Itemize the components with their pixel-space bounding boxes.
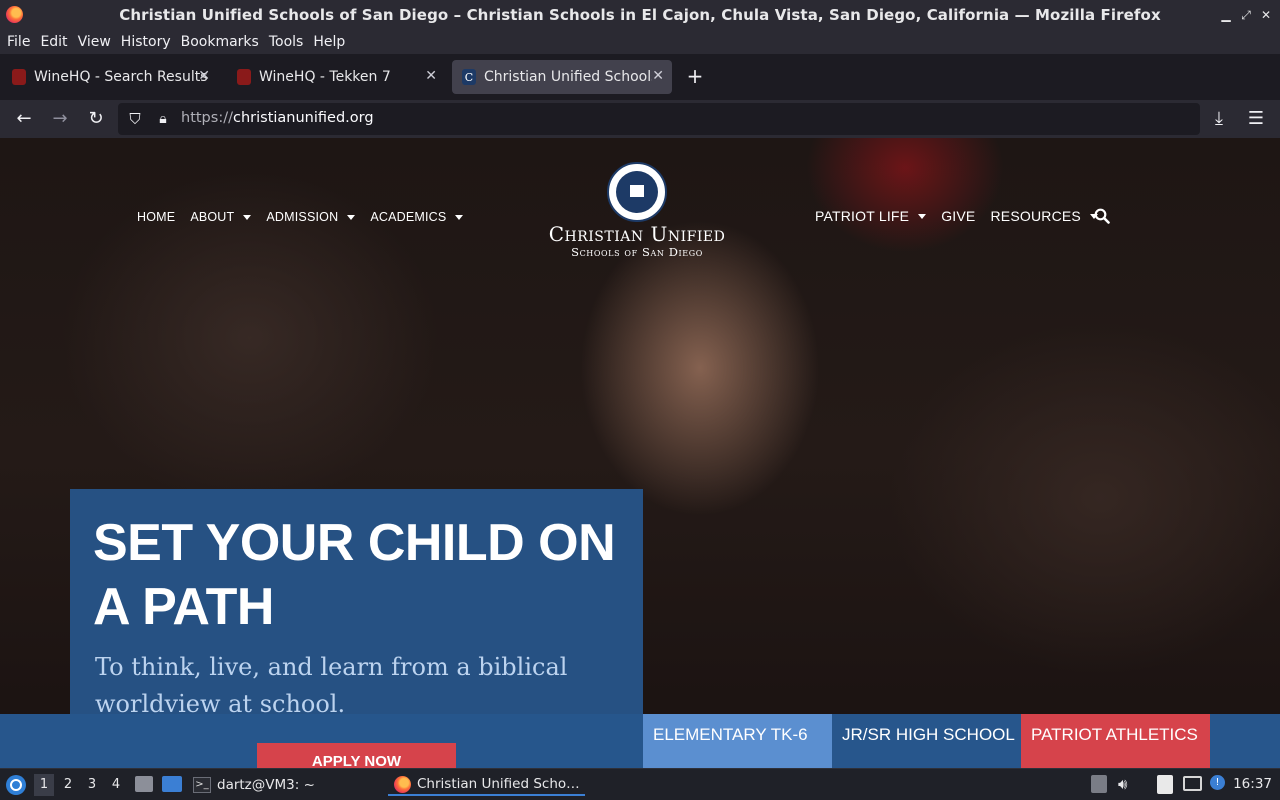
- hero-heading: SET YOUR CHILD ON A PATH: [93, 514, 616, 636]
- logo-subtitle[interactable]: Schools of San Diego: [520, 245, 754, 259]
- school-seal-logo[interactable]: [607, 162, 667, 222]
- caret-down-icon: [455, 214, 464, 220]
- tab-label: Christian Unified Schools: [484, 69, 652, 85]
- close-tab-icon[interactable]: ✕: [652, 68, 664, 84]
- hero-text: To think, live, and learn from a biblica…: [95, 653, 568, 718]
- jr-sr-high-link[interactable]: JR/SR HIGH SCHOOL: [832, 714, 1021, 768]
- nav-about-label: ABOUT: [190, 210, 235, 224]
- tab-winehq-search[interactable]: WineHQ - Search Results ✕: [2, 60, 218, 94]
- updates-icon[interactable]: !: [1210, 775, 1225, 790]
- taskbar-firefox[interactable]: Christian Unified Scho…: [388, 774, 585, 796]
- workspace-4[interactable]: 4: [106, 777, 126, 792]
- wine-favicon-icon: [237, 69, 251, 85]
- workspace-3[interactable]: 3: [82, 777, 102, 792]
- tab-winehq-tekken[interactable]: WineHQ - Tekken 7 ✕: [227, 60, 445, 94]
- nav-about[interactable]: ABOUT: [190, 210, 252, 224]
- reload-icon[interactable]: ↻: [85, 108, 107, 130]
- close-tab-icon[interactable]: ✕: [198, 68, 210, 84]
- nav-resources-label: RESOURCES: [990, 208, 1081, 224]
- menu-file[interactable]: File: [2, 31, 35, 53]
- tracking-shield-icon[interactable]: ⛉: [124, 108, 146, 130]
- window-title: Christian Unified Schools of San Diego –…: [119, 6, 1161, 24]
- nav-home-label: HOME: [137, 210, 176, 224]
- show-desktop-icon[interactable]: [162, 776, 182, 792]
- nav-patriot-life-label: PATRIOT LIFE: [815, 208, 910, 224]
- firefox-icon: [394, 775, 411, 793]
- tray-arrow-icon[interactable]: [1091, 775, 1107, 793]
- tab-label: WineHQ - Tekken 7: [259, 69, 391, 85]
- clipboard-icon[interactable]: [1157, 775, 1173, 794]
- lock-icon[interactable]: 🔒︎: [152, 108, 174, 130]
- new-tab-icon[interactable]: +: [684, 64, 706, 88]
- taskbar: 1 2 3 4 >_ dartz@VM3: ~ Christian Unifie…: [0, 768, 1280, 800]
- minimize-icon[interactable]: ▁: [1218, 7, 1234, 23]
- workspace-2[interactable]: 2: [58, 777, 78, 792]
- nav-admission-label: ADMISSION: [266, 210, 339, 224]
- terminal-task-label: dartz@VM3: ~: [217, 777, 315, 793]
- caret-down-icon: [347, 214, 356, 220]
- site-nav-left: HOME ABOUT ADMISSION ACADEMICS: [137, 210, 478, 224]
- caret-down-icon: [243, 214, 252, 220]
- menu-bookmarks[interactable]: Bookmarks: [176, 31, 264, 53]
- clock[interactable]: 16:37: [1233, 776, 1272, 792]
- file-manager-icon[interactable]: [135, 776, 153, 792]
- nav-academics-label: ACADEMICS: [370, 210, 447, 224]
- close-tab-icon[interactable]: ✕: [425, 68, 437, 84]
- nav-home[interactable]: HOME: [137, 210, 175, 224]
- tab-bar: WineHQ - Search Results ✕ WineHQ - Tekke…: [0, 54, 1280, 100]
- nav-academics[interactable]: ACADEMICS: [370, 210, 464, 224]
- close-window-icon[interactable]: ✕: [1258, 7, 1274, 23]
- terminal-icon: >_: [193, 777, 211, 793]
- window-titlebar: Christian Unified Schools of San Diego –…: [0, 0, 1280, 30]
- forward-icon[interactable]: →: [49, 108, 71, 130]
- web-page: HOME ABOUT ADMISSION ACADEMICS Christian…: [0, 138, 1280, 768]
- url-text[interactable]: https://christianunified.org: [181, 110, 374, 126]
- volume-icon[interactable]: 🔊︎: [1118, 775, 1127, 793]
- app-menu-icon[interactable]: ☰: [1245, 108, 1267, 130]
- workspace-1[interactable]: 1: [34, 774, 54, 796]
- nav-admission[interactable]: ADMISSION: [266, 210, 356, 224]
- maximize-icon[interactable]: ⤢: [1238, 7, 1254, 23]
- nav-give[interactable]: GIVE: [941, 208, 975, 224]
- taskbar-terminal[interactable]: >_ dartz@VM3: ~: [193, 774, 315, 796]
- search-icon[interactable]: [1094, 208, 1110, 224]
- menu-bar: File Edit View History Bookmarks Tools H…: [0, 30, 1280, 54]
- tab-christian-unified[interactable]: C Christian Unified Schools ✕: [452, 60, 672, 94]
- wine-favicon-icon: [12, 69, 26, 85]
- apply-now-button[interactable]: APPLY NOW: [257, 743, 456, 768]
- nav-give-label: GIVE: [941, 208, 976, 224]
- firefox-task-label: Christian Unified Scho…: [417, 776, 580, 792]
- elementary-link[interactable]: ELEMENTARY TK-6: [643, 714, 832, 768]
- url-protocol: https://: [181, 110, 233, 126]
- tab-label: WineHQ - Search Results: [34, 69, 208, 85]
- nav-resources[interactable]: RESOURCES: [990, 208, 1098, 224]
- site-nav-right: PATRIOT LIFE GIVE RESOURCES: [815, 208, 1113, 224]
- caret-down-icon: [918, 213, 927, 219]
- url-domain: christianunified.org: [232, 110, 374, 126]
- downloads-icon[interactable]: ⤓: [1208, 108, 1230, 130]
- patriot-athletics-link[interactable]: PATRIOT ATHLETICS: [1021, 714, 1210, 768]
- network-icon[interactable]: [1183, 776, 1202, 791]
- menu-view[interactable]: View: [73, 31, 116, 53]
- start-menu-icon[interactable]: [5, 774, 27, 796]
- logo-name[interactable]: Christian Unified: [520, 222, 754, 246]
- nav-patriot-life[interactable]: PATRIOT LIFE: [815, 208, 927, 224]
- menu-help[interactable]: Help: [308, 31, 350, 53]
- menu-edit[interactable]: Edit: [35, 31, 72, 53]
- menu-tools[interactable]: Tools: [264, 31, 309, 53]
- back-icon[interactable]: ←: [13, 108, 35, 130]
- school-favicon-icon: C: [462, 69, 476, 85]
- menu-history[interactable]: History: [116, 31, 176, 53]
